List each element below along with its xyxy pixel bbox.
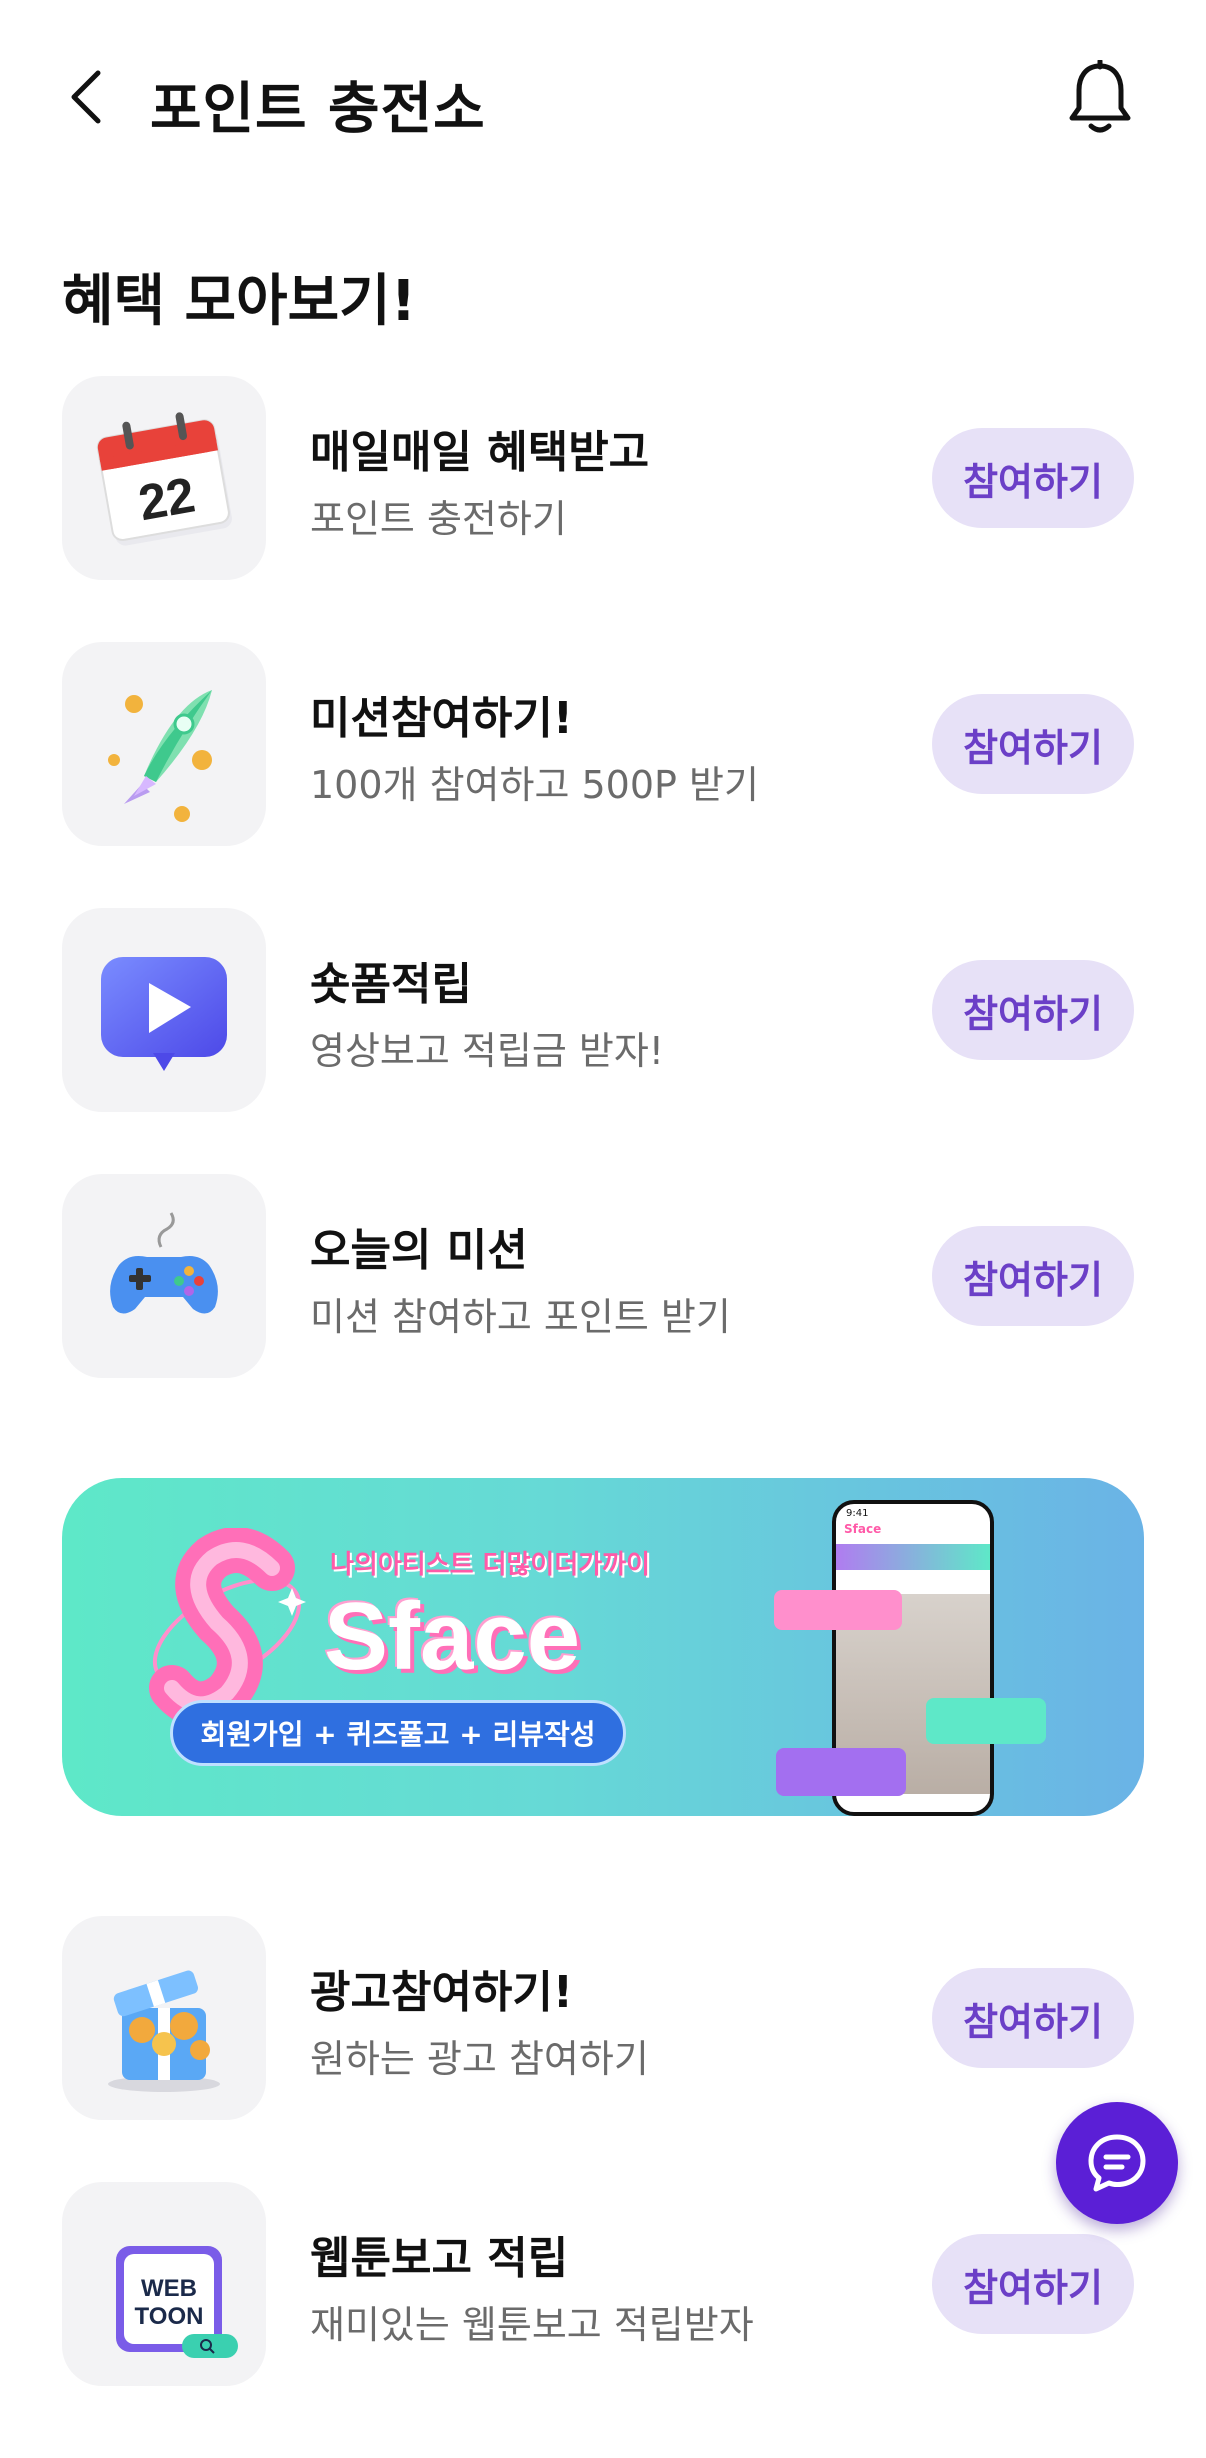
svg-text:WEB: WEB [141, 2275, 197, 2302]
join-button[interactable]: 참여하기 [932, 960, 1134, 1060]
join-button[interactable]: 참여하기 [932, 1226, 1134, 1326]
item-subtitle: 영상보고 적립금 받자! [310, 1029, 665, 1073]
gamepad-icon [110, 1212, 218, 1314]
item-title: 웹툰보고 적립 [310, 2233, 569, 2284]
chat-bubble [774, 1590, 902, 1630]
banner-pill: 회원가입 + 퀴즈풀고 + 리뷰작성 [170, 1700, 626, 1766]
item-thumbnail: 22 [62, 376, 266, 580]
join-button[interactable]: 참여하기 [932, 1968, 1134, 2068]
item-thumbnail: WEB TOON [62, 2182, 266, 2386]
item-subtitle: 포인트 충전하기 [310, 497, 567, 541]
bell-icon [1069, 60, 1131, 133]
item-thumbnail [62, 1916, 266, 2120]
banner-brand: Sface [324, 1583, 581, 1690]
chat-bubble-icon [1088, 2134, 1146, 2192]
banner-tagline: 나의아티스트 더많이더가까이 [330, 1550, 651, 1580]
list-item: WEB TOON 웹툰보고 적립 재미있는 웹툰보고 적립받자 참여하기 [62, 2182, 1144, 2386]
phone-banner-strip [836, 1544, 990, 1570]
phone-logo: Sface [844, 1522, 882, 1536]
chat-bubble [776, 1748, 906, 1796]
list-item: 숏폼적립 영상보고 적립금 받자! 참여하기 [62, 908, 1144, 1112]
join-button[interactable]: 참여하기 [932, 2234, 1134, 2334]
item-title: 오늘의 미션 [310, 1225, 528, 1276]
item-title: 광고참여하기! [310, 1967, 573, 2018]
list-item: 미션참여하기! 100개 참여하고 500P 받기 참여하기 [62, 642, 1144, 846]
gift-box-icon [108, 1970, 220, 2092]
item-thumbnail [62, 908, 266, 1112]
notification-button[interactable] [1060, 58, 1140, 138]
back-button[interactable] [56, 62, 116, 132]
promo-banner[interactable]: 나의아티스트 더많이더가까이 Sface 회원가입 + 퀴즈풀고 + 리뷰작성 … [62, 1478, 1144, 1816]
item-thumbnail [62, 642, 266, 846]
item-subtitle: 100개 참여하고 500P 받기 [310, 763, 759, 807]
item-title: 숏폼적립 [310, 959, 472, 1010]
page-title: 포인트 충전소 [150, 77, 486, 142]
svg-text:TOON: TOON [135, 2303, 204, 2330]
play-video-icon [101, 957, 227, 1071]
list-item: 22 매일매일 혜택받고 포인트 충전하기 참여하기 [62, 376, 1144, 580]
item-subtitle: 원하는 광고 참여하기 [310, 2037, 649, 2081]
item-thumbnail [62, 1174, 266, 1378]
join-button[interactable]: 참여하기 [932, 428, 1134, 528]
svg-text:22: 22 [134, 466, 199, 531]
chat-bubble [926, 1698, 1046, 1744]
item-title: 매일매일 혜택받고 [310, 427, 650, 478]
join-button[interactable]: 참여하기 [932, 694, 1134, 794]
item-title: 미션참여하기! [310, 693, 573, 744]
phone-status-time: 9:41 [846, 1508, 869, 1519]
chat-fab-button[interactable] [1056, 2102, 1178, 2224]
chevron-left-icon [71, 70, 101, 124]
rocket-icon [108, 690, 212, 822]
webtoon-icon: WEB TOON [116, 2246, 238, 2358]
item-subtitle: 재미있는 웹툰보고 적립받자 [310, 2303, 754, 2347]
list-item: 오늘의 미션 미션 참여하고 포인트 받기 참여하기 [62, 1174, 1144, 1378]
calendar-icon: 22 [96, 412, 232, 546]
list-item: 광고참여하기! 원하는 광고 참여하기 참여하기 [62, 1916, 1144, 2120]
item-subtitle: 미션 참여하고 포인트 받기 [310, 1295, 731, 1339]
header: 포인트 충전소 [0, 0, 1206, 200]
section-title: 혜택 모아보기! [62, 269, 417, 334]
